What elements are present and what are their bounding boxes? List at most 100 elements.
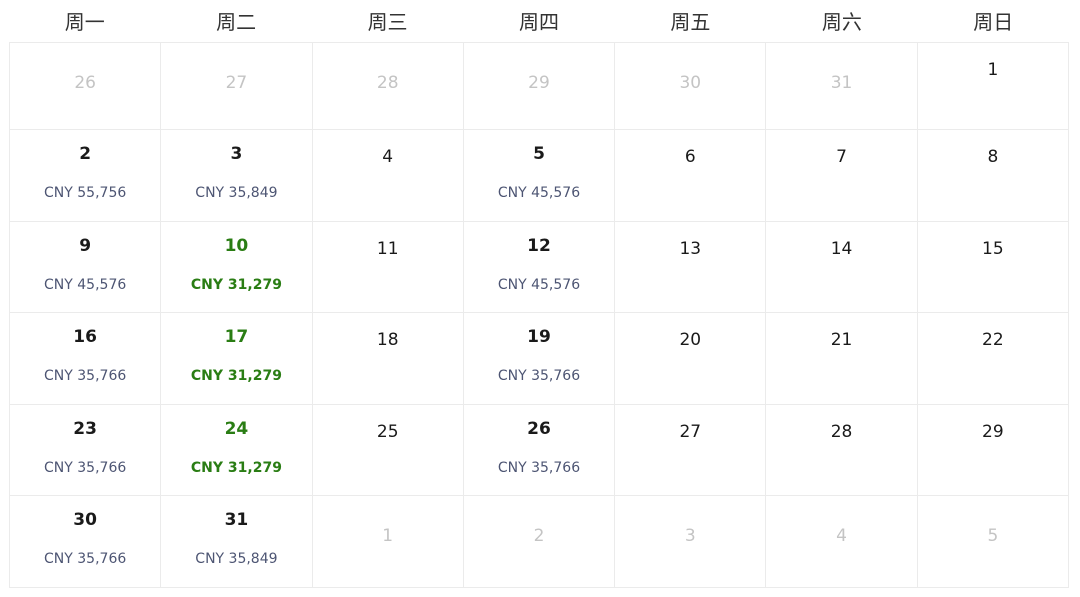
day-number: 5 bbox=[533, 144, 545, 164]
weekday-thu: 周四 bbox=[518, 10, 559, 34]
day-number: 21 bbox=[830, 330, 853, 351]
lowest-fare-price: CNY 31,279 bbox=[190, 459, 282, 476]
calendar-day-cell[interactable]: 22 bbox=[917, 313, 1069, 405]
calendar-day-cell[interactable]: 10 CNY 31,279 bbox=[161, 221, 313, 314]
fare-price: CNY 35,766 bbox=[44, 459, 127, 476]
day-number: 30 bbox=[679, 73, 702, 93]
fare-price: CNY 45,576 bbox=[44, 276, 127, 293]
day-number: 19 bbox=[527, 327, 551, 348]
calendar-day-cell[interactable]: 21 bbox=[766, 313, 918, 405]
calendar-day-cell[interactable]: 25 bbox=[312, 404, 464, 497]
day-number: 13 bbox=[679, 238, 702, 259]
day-number: 26 bbox=[74, 73, 96, 93]
day-number: 11 bbox=[376, 238, 399, 259]
day-number: 1 bbox=[987, 60, 999, 80]
calendar-day-cell[interactable]: 19 CNY 35,766 bbox=[463, 313, 616, 405]
day-number: 16 bbox=[73, 327, 97, 348]
calendar-day-cell[interactable]: 3 CNY 35,849 bbox=[161, 130, 313, 222]
day-number: 18 bbox=[376, 330, 399, 351]
day-number: 2 bbox=[533, 526, 545, 547]
fare-price: CNY 45,576 bbox=[497, 185, 581, 201]
calendar-day-cell[interactable]: 14 bbox=[766, 221, 918, 314]
day-number: 14 bbox=[830, 238, 853, 259]
calendar-day-cell[interactable]: 20 bbox=[615, 313, 767, 405]
day-number: 28 bbox=[376, 73, 399, 93]
calendar-day-cell[interactable]: 31 CNY 35,849 bbox=[161, 496, 313, 588]
day-number: 22 bbox=[982, 330, 1004, 351]
calendar-day-outside-month: 5 bbox=[917, 496, 1069, 588]
weekday-sun: 周日 bbox=[973, 10, 1014, 34]
day-number: 5 bbox=[987, 526, 999, 547]
day-number: 17 bbox=[224, 327, 249, 348]
day-number: 8 bbox=[987, 147, 999, 167]
calendar-day-cell[interactable]: 1 bbox=[917, 43, 1069, 130]
day-number: 3 bbox=[684, 526, 696, 547]
calendar-day-outside-month: 26 bbox=[10, 43, 162, 130]
day-number: 2 bbox=[79, 144, 92, 164]
calendar-day-cell[interactable]: 6 bbox=[615, 130, 767, 222]
calendar-day-outside-month: 1 bbox=[312, 496, 464, 588]
calendar-day-cell[interactable]: 30 CNY 35,766 bbox=[10, 496, 162, 588]
day-number: 29 bbox=[528, 73, 550, 93]
calendar-day-cell[interactable]: 12 CNY 45,576 bbox=[463, 221, 616, 314]
day-number: 27 bbox=[225, 73, 248, 93]
day-number: 23 bbox=[73, 418, 97, 439]
calendar-day-cell[interactable]: 23 CNY 35,766 bbox=[10, 404, 162, 497]
day-number: 27 bbox=[679, 421, 702, 442]
calendar-day-outside-month: 3 bbox=[615, 496, 767, 588]
calendar-day-cell[interactable]: 8 bbox=[917, 130, 1069, 222]
day-number: 7 bbox=[836, 147, 847, 167]
calendar-day-outside-month: 31 bbox=[766, 43, 918, 130]
day-number: 9 bbox=[79, 235, 92, 256]
calendar-day-cell[interactable]: 18 bbox=[312, 313, 464, 405]
calendar-day-cell[interactable]: 2 CNY 55,756 bbox=[10, 130, 162, 222]
lowest-fare-price: CNY 31,279 bbox=[190, 368, 282, 385]
fare-price: CNY 35,766 bbox=[497, 459, 581, 476]
fare-price: CNY 45,576 bbox=[497, 276, 581, 293]
day-number: 31 bbox=[830, 73, 853, 93]
calendar-day-cell[interactable]: 27 bbox=[615, 404, 767, 497]
day-number: 20 bbox=[679, 330, 702, 351]
calendar-day-cell[interactable]: 15 bbox=[917, 221, 1069, 314]
fare-price: CNY 55,756 bbox=[44, 185, 127, 201]
day-number: 12 bbox=[527, 235, 551, 256]
day-number: 30 bbox=[73, 510, 97, 531]
weekday-sat: 周六 bbox=[821, 10, 862, 34]
fare-price: CNY 35,849 bbox=[195, 185, 278, 201]
calendar-day-cell[interactable]: 5 CNY 45,576 bbox=[463, 130, 616, 222]
calendar-grid: 26 27 28 29 30 31 1 2 CNY 55,756 3 CNY 35,849 4 5 CNY… bbox=[9, 42, 1069, 588]
calendar-day-cell[interactable]: 28 bbox=[766, 404, 918, 497]
day-number: 10 bbox=[224, 235, 249, 256]
calendar-day-cell[interactable]: 13 bbox=[615, 221, 767, 314]
day-number: 4 bbox=[382, 147, 394, 167]
calendar-day-outside-month: 29 bbox=[463, 43, 616, 130]
fare-price: CNY 35,766 bbox=[44, 368, 127, 385]
weekday-wed: 周三 bbox=[367, 10, 408, 34]
lowest-fare-price: CNY 31,279 bbox=[190, 276, 282, 293]
calendar-day-cell[interactable]: 16 CNY 35,766 bbox=[10, 313, 162, 405]
calendar-day-cell[interactable]: 11 bbox=[312, 221, 464, 314]
fare-calendar: 周一 周二 周三 周四 周五 周六 周日 26 27 28 29 30 31 1 2 CNY 5… bbox=[9, 0, 1069, 588]
fare-price: CNY 35,849 bbox=[195, 551, 278, 568]
fare-price: CNY 35,766 bbox=[497, 368, 581, 385]
weekday-header: 周一 周二 周三 周四 周五 周六 周日 bbox=[9, 0, 1069, 42]
calendar-day-cell[interactable]: 7 bbox=[766, 130, 918, 222]
calendar-day-cell[interactable]: 24 CNY 31,279 bbox=[161, 404, 313, 497]
calendar-day-outside-month: 2 bbox=[463, 496, 616, 588]
day-number: 4 bbox=[836, 526, 847, 547]
calendar-day-cell[interactable]: 4 bbox=[312, 130, 464, 222]
fare-price: CNY 35,766 bbox=[44, 551, 127, 568]
day-number: 31 bbox=[224, 510, 249, 531]
day-number: 15 bbox=[982, 238, 1004, 259]
calendar-day-outside-month: 28 bbox=[312, 43, 464, 130]
calendar-day-cell[interactable]: 26 CNY 35,766 bbox=[463, 404, 616, 497]
day-number: 28 bbox=[830, 421, 853, 442]
calendar-day-cell[interactable]: 17 CNY 31,279 bbox=[161, 313, 313, 405]
calendar-day-cell[interactable]: 29 bbox=[917, 404, 1069, 497]
day-number: 25 bbox=[376, 421, 399, 442]
day-number: 6 bbox=[684, 147, 696, 167]
weekday-fri: 周五 bbox=[670, 10, 711, 34]
day-number: 24 bbox=[224, 418, 249, 439]
day-number: 26 bbox=[527, 418, 551, 439]
calendar-day-cell[interactable]: 9 CNY 45,576 bbox=[10, 221, 162, 314]
